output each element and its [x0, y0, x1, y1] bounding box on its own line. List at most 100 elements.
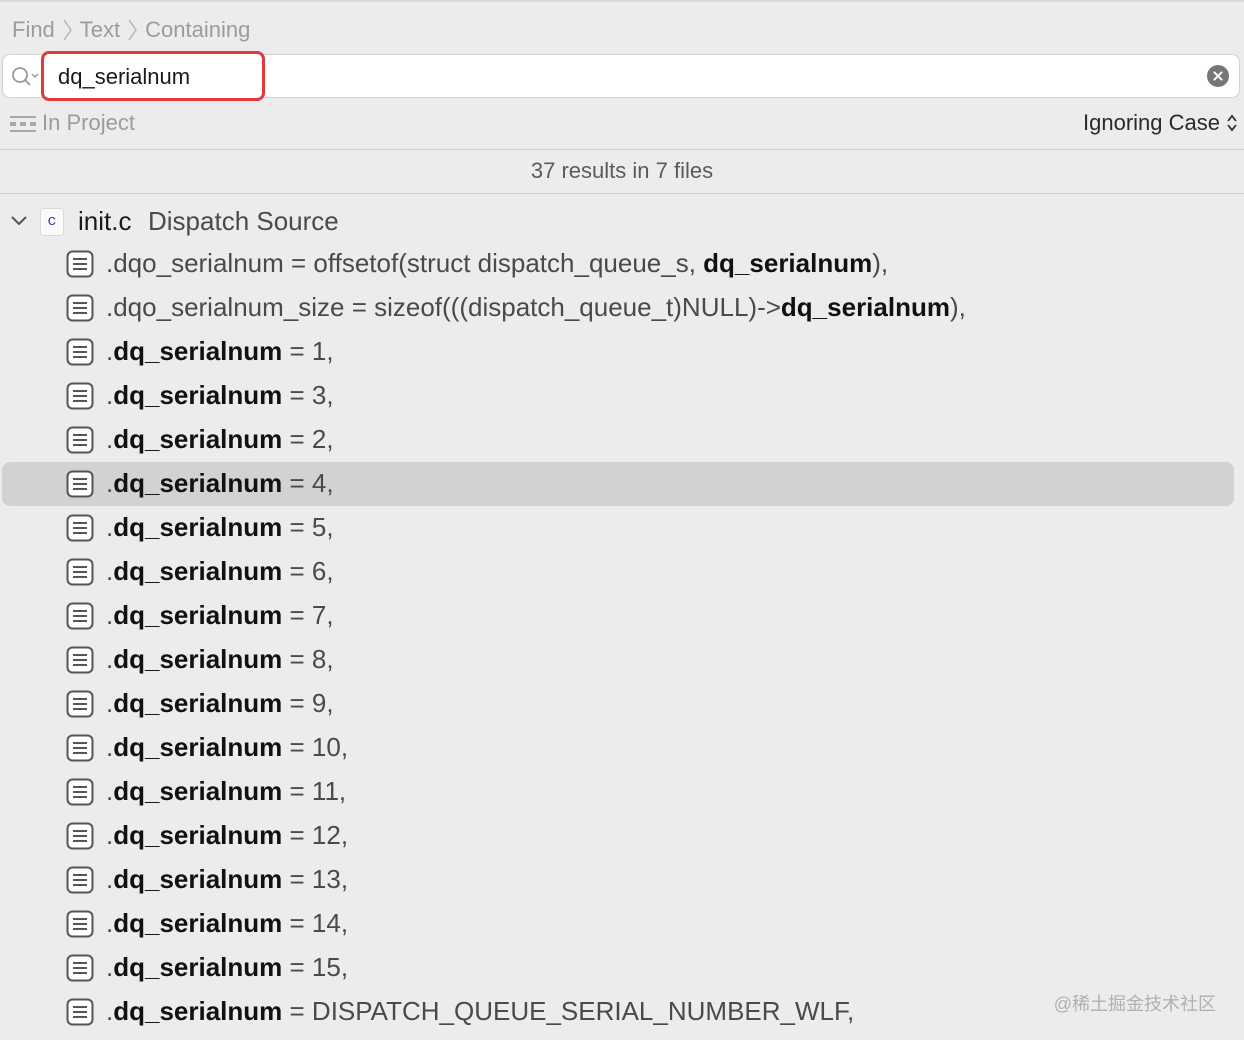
result-row[interactable]: .dq_serialnum = 8, [0, 638, 1244, 682]
result-text: .dq_serialnum = 9, [106, 688, 334, 719]
result-row[interactable]: .dqo_serialnum = offsetof(struct dispatc… [0, 242, 1244, 286]
results-summary: 37 results in 7 files [530, 158, 714, 183]
text-line-icon [66, 426, 94, 454]
result-match: dq_serialnum [113, 468, 283, 498]
result-row[interactable]: .dq_serialnum = 10, [0, 726, 1244, 770]
case-sensitivity-label: Ignoring Case [1083, 110, 1220, 135]
chevron-down-icon[interactable] [10, 212, 28, 230]
result-after: ), [949, 292, 966, 322]
scope-icon[interactable] [10, 114, 36, 134]
result-row[interactable]: .dq_serialnum = 14, [0, 902, 1244, 946]
text-line-icon [66, 866, 94, 894]
result-row[interactable]: .dq_serialnum = 3, [0, 374, 1244, 418]
result-text: .dq_serialnum = 5, [106, 512, 334, 543]
file-name: init.c [78, 206, 132, 236]
result-match: dq_serialnum [113, 556, 283, 586]
text-line-icon [66, 734, 94, 762]
result-after: = 5, [282, 512, 334, 542]
breadcrumb: Find Text Containing [12, 14, 250, 46]
scope-label[interactable]: In Project [42, 110, 135, 136]
result-row[interactable]: .dq_serialnum = 4, [0, 462, 1244, 506]
result-row[interactable]: .dq_serialnum = 2, [0, 418, 1244, 462]
result-match: dq_serialnum [113, 688, 283, 718]
result-list: .dqo_serialnum = offsetof(struct dispatc… [0, 242, 1244, 1034]
result-match: dq_serialnum [780, 292, 950, 322]
result-row[interactable]: .dq_serialnum = 5, [0, 506, 1244, 550]
result-after: ), [872, 248, 889, 278]
result-row[interactable]: .dq_serialnum = 13, [0, 858, 1244, 902]
result-text: .dq_serialnum = 7, [106, 600, 334, 631]
result-row[interactable]: .dq_serialnum = 15, [0, 946, 1244, 990]
result-text: .dq_serialnum = 14, [106, 908, 348, 939]
clear-icon[interactable] [1207, 65, 1229, 87]
file-group-row[interactable]: c init.c Dispatch Source [0, 200, 1244, 242]
result-row[interactable]: .dq_serialnum = 1, [0, 330, 1244, 374]
file-description: Dispatch Source [148, 206, 339, 236]
result-match: dq_serialnum [113, 776, 283, 806]
search-bar [2, 51, 1240, 101]
result-after: = DISPATCH_QUEUE_SERIAL_NUMBER_WLF, [282, 996, 855, 1026]
chevron-right-icon [63, 19, 72, 41]
result-match: dq_serialnum [113, 336, 283, 366]
result-after: = 15, [282, 952, 349, 982]
result-after: = 7, [282, 600, 334, 630]
result-after: = 11, [282, 776, 347, 806]
result-after: = 12, [282, 820, 349, 850]
result-after: = 14, [282, 908, 349, 938]
result-row[interactable]: .dq_serialnum = 6, [0, 550, 1244, 594]
text-line-icon [66, 954, 94, 982]
result-text: .dq_serialnum = 15, [106, 952, 348, 983]
result-after: = 6, [282, 556, 334, 586]
breadcrumb-containing[interactable]: Containing [145, 17, 250, 43]
options-row: In Project Ignoring Case [0, 104, 1244, 142]
result-match: dq_serialnum [113, 864, 283, 894]
search-icon[interactable] [11, 65, 41, 89]
result-before: .dqo_serialnum_size = sizeof(((dispatch_… [106, 292, 781, 322]
case-sensitivity-selector[interactable]: Ignoring Case [1083, 108, 1238, 138]
result-after: = 10, [282, 732, 349, 762]
result-match: dq_serialnum [113, 600, 283, 630]
text-line-icon [66, 250, 94, 278]
result-text: .dq_serialnum = 4, [106, 468, 334, 499]
result-after: = 2, [282, 424, 334, 454]
result-match: dq_serialnum [113, 644, 283, 674]
result-after: = 4, [282, 468, 334, 498]
result-row[interactable]: .dqo_serialnum_size = sizeof(((dispatch_… [0, 286, 1244, 330]
result-match: dq_serialnum [113, 952, 283, 982]
text-line-icon [66, 822, 94, 850]
result-text: .dq_serialnum = 12, [106, 820, 348, 851]
text-line-icon [66, 602, 94, 630]
breadcrumb-text[interactable]: Text [80, 17, 120, 43]
result-text: .dq_serialnum = 10, [106, 732, 348, 763]
text-line-icon [66, 690, 94, 718]
result-after: = 3, [282, 380, 334, 410]
result-text: .dq_serialnum = 2, [106, 424, 334, 455]
result-row[interactable]: .dq_serialnum = 11, [0, 770, 1244, 814]
result-match: dq_serialnum [113, 424, 283, 454]
result-text: .dq_serialnum = 11, [106, 776, 346, 807]
search-input-highlight [41, 51, 265, 101]
result-row[interactable]: .dq_serialnum = 9, [0, 682, 1244, 726]
text-line-icon [66, 646, 94, 674]
divider [0, 193, 1244, 194]
c-file-icon: c [40, 208, 64, 236]
result-match: dq_serialnum [113, 512, 283, 542]
result-text: .dqo_serialnum = offsetof(struct dispatc… [106, 248, 888, 279]
result-row[interactable]: .dq_serialnum = 7, [0, 594, 1244, 638]
result-after: = 8, [282, 644, 334, 674]
result-match: dq_serialnum [113, 996, 283, 1026]
result-row[interactable]: .dq_serialnum = 12, [0, 814, 1244, 858]
text-line-icon [66, 998, 94, 1026]
text-line-icon [66, 558, 94, 586]
breadcrumb-find[interactable]: Find [12, 17, 55, 43]
text-line-icon [66, 338, 94, 366]
result-match: dq_serialnum [703, 248, 873, 278]
search-input[interactable] [58, 62, 258, 92]
result-match: dq_serialnum [113, 380, 283, 410]
result-text: .dq_serialnum = 3, [106, 380, 334, 411]
result-text: .dqo_serialnum_size = sizeof(((dispatch_… [106, 292, 966, 323]
result-after: = 9, [282, 688, 334, 718]
result-text: .dq_serialnum = 13, [106, 864, 348, 895]
watermark: @稀土掘金技术社区 [1053, 994, 1216, 1014]
text-line-icon [66, 382, 94, 410]
